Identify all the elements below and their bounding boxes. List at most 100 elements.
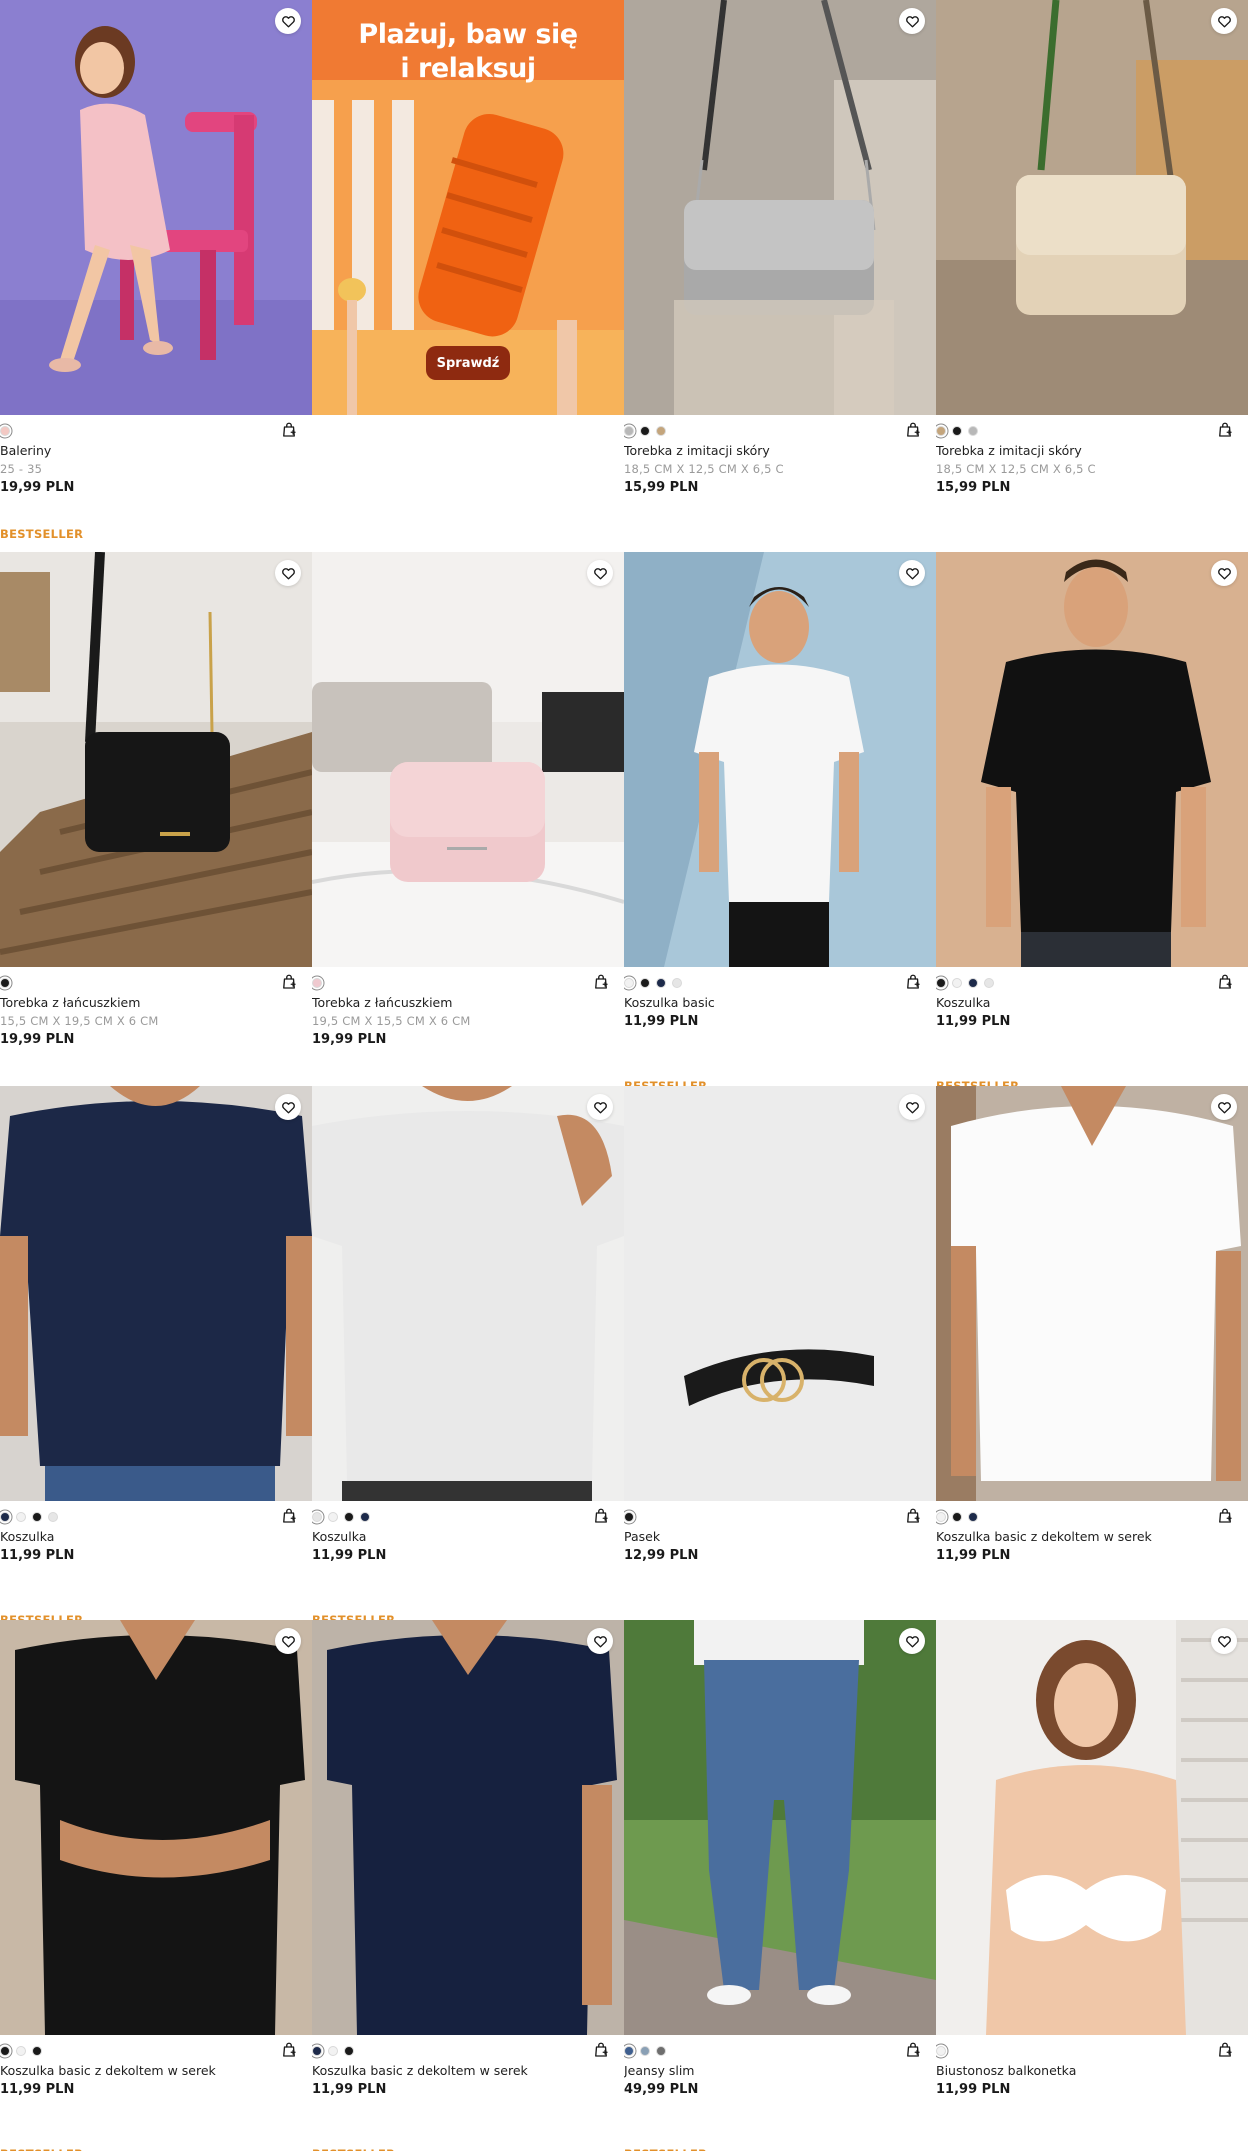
product-name[interactable]: Koszulka	[936, 995, 1248, 1010]
product-name[interactable]: Biustonosz balkonetka	[936, 2063, 1248, 2078]
product-name[interactable]: Torebka z łańcuszkiem	[0, 995, 312, 1010]
product-card[interactable]: Koszulka basic z dekoltem w serek 11,99 …	[312, 1620, 624, 2151]
product-card[interactable]: Koszulka 11,99 PLN BESTSELLER	[312, 1086, 624, 1620]
color-swatch[interactable]	[952, 426, 962, 436]
color-swatch[interactable]	[936, 426, 946, 436]
product-name[interactable]: Koszulka	[0, 1529, 312, 1544]
product-card[interactable]: Torebka z łańcuszkiem 19,5 CM X 15,5 CM …	[312, 552, 624, 1086]
product-card[interactable]: Koszulka 11,99 PLN BESTSELLER	[936, 552, 1248, 1086]
color-swatch[interactable]	[0, 2046, 10, 2056]
heart-icon[interactable]	[275, 560, 301, 586]
product-image[interactable]	[936, 552, 1248, 967]
color-swatch[interactable]	[16, 2046, 26, 2056]
color-swatch[interactable]	[0, 978, 10, 988]
color-swatch[interactable]	[640, 426, 650, 436]
product-image[interactable]	[312, 1086, 624, 1501]
product-card[interactable]: Torebka z imitacji skóry 18,5 CM X 12,5 …	[936, 0, 1248, 552]
heart-icon[interactable]	[899, 1628, 925, 1654]
product-card[interactable]: Koszulka basic z dekoltem w serek 11,99 …	[936, 1086, 1248, 1620]
product-card[interactable]: Torebka z imitacji skóry 18,5 CM X 12,5 …	[624, 0, 936, 552]
color-swatch[interactable]	[952, 978, 962, 988]
product-image[interactable]	[0, 1620, 312, 2035]
color-swatch[interactable]	[0, 1512, 10, 1522]
cart-add-icon[interactable]	[592, 1507, 610, 1525]
product-image[interactable]	[312, 552, 624, 967]
product-image[interactable]	[0, 1086, 312, 1501]
color-swatch[interactable]	[656, 2046, 666, 2056]
cart-add-icon[interactable]	[592, 2041, 610, 2059]
color-swatch[interactable]	[656, 978, 666, 988]
product-card[interactable]: Koszulka basic z dekoltem w serek 11,99 …	[0, 1620, 312, 2151]
color-swatch[interactable]	[968, 978, 978, 988]
color-swatch[interactable]	[312, 1512, 322, 1522]
heart-icon[interactable]	[899, 8, 925, 34]
heart-icon[interactable]	[275, 1094, 301, 1120]
heart-icon[interactable]	[899, 1094, 925, 1120]
heart-icon[interactable]	[899, 560, 925, 586]
cart-add-icon[interactable]	[1216, 2041, 1234, 2059]
product-image[interactable]	[624, 0, 936, 415]
color-swatch[interactable]	[672, 978, 682, 988]
product-card[interactable]: Jeansy slim 49,99 PLN BESTSELLER	[624, 1620, 936, 2151]
color-swatch[interactable]	[0, 426, 10, 436]
heart-icon[interactable]	[1211, 560, 1237, 586]
color-swatch[interactable]	[344, 2046, 354, 2056]
product-name[interactable]: Torebka z łańcuszkiem	[312, 995, 624, 1010]
color-swatch[interactable]	[328, 1512, 338, 1522]
banner-image[interactable]: Plażuj, baw się i relaksuj Sprawdź	[312, 0, 624, 415]
heart-icon[interactable]	[587, 560, 613, 586]
product-name[interactable]: Koszulka	[312, 1529, 624, 1544]
product-image[interactable]	[312, 1620, 624, 2035]
heart-icon[interactable]	[1211, 8, 1237, 34]
product-image[interactable]	[0, 0, 312, 415]
product-image[interactable]	[624, 1620, 936, 2035]
product-card[interactable]: Biustonosz balkonetka 11,99 PLN	[936, 1620, 1248, 2151]
color-swatch[interactable]	[32, 2046, 42, 2056]
heart-icon[interactable]	[587, 1094, 613, 1120]
product-card[interactable]: Baleriny 25 - 35 19,99 PLN BESTSELLER	[0, 0, 312, 552]
cart-add-icon[interactable]	[280, 973, 298, 991]
product-image[interactable]	[936, 1086, 1248, 1501]
color-swatch[interactable]	[312, 978, 322, 988]
cart-add-icon[interactable]	[1216, 421, 1234, 439]
color-swatch[interactable]	[624, 2046, 634, 2056]
cart-add-icon[interactable]	[1216, 1507, 1234, 1525]
color-swatch[interactable]	[984, 978, 994, 988]
product-name[interactable]: Koszulka basic z dekoltem w serek	[0, 2063, 312, 2078]
product-name[interactable]: Jeansy slim	[624, 2063, 936, 2078]
product-card[interactable]: Koszulka 11,99 PLN BESTSELLER	[0, 1086, 312, 1620]
banner-cta-button[interactable]: Sprawdź	[426, 346, 510, 380]
heart-icon[interactable]	[1211, 1628, 1237, 1654]
product-image[interactable]	[624, 1086, 936, 1501]
color-swatch[interactable]	[48, 1512, 58, 1522]
heart-icon[interactable]	[275, 8, 301, 34]
product-image[interactable]	[936, 0, 1248, 415]
heart-icon[interactable]	[275, 1628, 301, 1654]
cart-add-icon[interactable]	[592, 973, 610, 991]
product-name[interactable]: Baleriny	[0, 443, 312, 458]
color-swatch[interactable]	[952, 1512, 962, 1522]
color-swatch[interactable]	[624, 978, 634, 988]
color-swatch[interactable]	[344, 1512, 354, 1522]
product-name[interactable]: Koszulka basic z dekoltem w serek	[312, 2063, 624, 2078]
cart-add-icon[interactable]	[904, 2041, 922, 2059]
product-image[interactable]	[0, 552, 312, 967]
color-swatch[interactable]	[656, 426, 666, 436]
color-swatch[interactable]	[360, 1512, 370, 1522]
product-card[interactable]: Torebka z łańcuszkiem 15,5 CM X 19,5 CM …	[0, 552, 312, 1086]
color-swatch[interactable]	[16, 1512, 26, 1522]
cart-add-icon[interactable]	[280, 1507, 298, 1525]
product-name[interactable]: Torebka z imitacji skóry	[936, 443, 1248, 458]
cart-add-icon[interactable]	[904, 421, 922, 439]
color-swatch[interactable]	[640, 2046, 650, 2056]
color-swatch[interactable]	[624, 426, 634, 436]
heart-icon[interactable]	[1211, 1094, 1237, 1120]
product-image[interactable]	[936, 1620, 1248, 2035]
color-swatch[interactable]	[328, 2046, 338, 2056]
color-swatch[interactable]	[968, 1512, 978, 1522]
cart-add-icon[interactable]	[280, 421, 298, 439]
product-card[interactable]: Koszulka basic 11,99 PLN BESTSELLER	[624, 552, 936, 1086]
heart-icon[interactable]	[587, 1628, 613, 1654]
cart-add-icon[interactable]	[904, 1507, 922, 1525]
cart-add-icon[interactable]	[280, 2041, 298, 2059]
